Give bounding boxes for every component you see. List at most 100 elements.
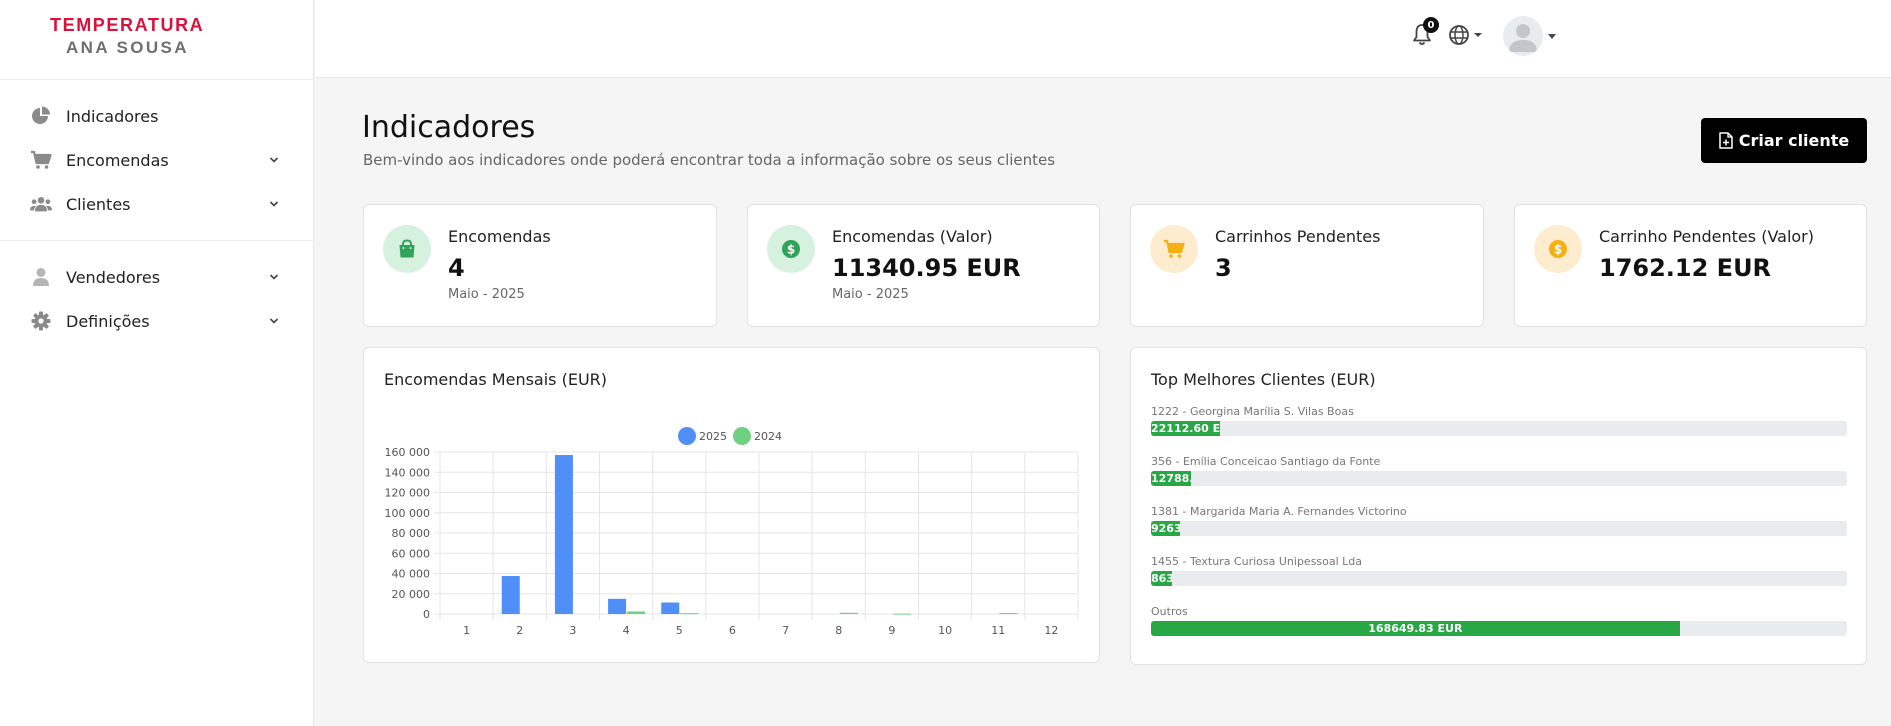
page-subtitle: Bem-vindo aos indicadores onde poderá en…	[363, 151, 1056, 169]
client-progress-track: 9263	[1151, 521, 1847, 536]
y-tick-label: 0	[423, 608, 430, 621]
bar-2024-4	[627, 611, 646, 614]
x-tick-label: 8	[835, 624, 842, 637]
kpi-value: 4	[448, 254, 465, 282]
client-progress-track: 168649.83 EUR	[1151, 621, 1847, 636]
shopping-bag-icon	[399, 239, 415, 258]
client-progress-track: 22112.60 EUR	[1151, 421, 1847, 436]
kpi-label: Carrinhos Pendentes	[1215, 227, 1381, 246]
dollar-circle-icon: $	[1549, 240, 1567, 258]
kpi-card-encomendas: Encomendas 4 Maio - 2025	[363, 204, 717, 327]
top-clients-card: Top Melhores Clientes (EUR) 1222 - Georg…	[1130, 347, 1867, 665]
bar-2024-11	[999, 613, 1018, 615]
bar-2025-3	[554, 455, 573, 614]
create-client-label: Criar cliente	[1738, 131, 1850, 150]
kpi-icon-wrap: $	[1534, 225, 1582, 273]
y-tick-label: 80 000	[392, 527, 431, 540]
client-row: Outros 168649.83 EUR	[1151, 605, 1847, 636]
brand-name-line2: ANA SOUSA	[66, 38, 189, 57]
kpi-value: 1762.12 EUR	[1599, 254, 1772, 282]
y-tick-label: 40 000	[392, 568, 431, 581]
sidebar-item-label: Clientes	[66, 194, 131, 214]
chevron-down-icon	[269, 157, 279, 163]
kpi-card-encomendas-valor: $ Encomendas (Valor) 11340.95 EUR Maio -…	[747, 204, 1100, 327]
kpi-period: Maio - 2025	[832, 287, 909, 302]
avatar[interactable]	[1503, 16, 1543, 56]
x-tick-label: 2	[516, 624, 523, 637]
y-tick-label: 100 000	[385, 507, 431, 520]
sidebar-item-definicoes[interactable]: Definições	[0, 299, 313, 343]
monthly-orders-chart-card: Encomendas Mensais (EUR) 0 20 000 40 000 60…	[363, 347, 1100, 663]
kpi-value: 3	[1215, 254, 1232, 282]
notifications-badge: 0	[1423, 17, 1439, 33]
kpi-icon-wrap	[1150, 225, 1198, 273]
nav-group-admin: Vendedores Definições	[0, 241, 313, 357]
legend-label: 2025	[699, 430, 727, 443]
y-tick-label: 160 000	[385, 446, 431, 459]
client-row: 356 - Emília Conceicao Santiago da Fonte…	[1151, 455, 1847, 486]
x-tick-label: 7	[782, 624, 789, 637]
x-tick-label: 1	[463, 624, 470, 637]
brand-name-line1: TEMPERATURA	[50, 15, 205, 35]
kpi-card-carrinhos-valor: $ Carrinho Pendentes (Valor) 1762.12 EUR	[1514, 204, 1867, 327]
client-name: 356 - Emília Conceicao Santiago da Fonte	[1151, 455, 1381, 468]
client-name: 1455 - Textura Curiosa Unipessoal Lda	[1151, 555, 1363, 568]
cart-icon	[1164, 239, 1185, 258]
legend-label: 2024	[754, 430, 782, 443]
sidebar: TEMPERATURA ANA SOUSA Indicadores Encome…	[0, 0, 314, 726]
gear-icon	[30, 310, 52, 332]
bar-2025-4	[608, 598, 627, 614]
client-name: 1222 - Georgina Marília S. Vilas Boas	[1151, 405, 1354, 418]
bar-2024-9	[892, 613, 911, 615]
sidebar-item-label: Vendedores	[66, 267, 161, 287]
x-tick-label: 12	[1044, 624, 1058, 637]
client-row: 1455 - Textura Curiosa Unipessoal Lda 863	[1151, 555, 1847, 586]
y-tick-label: 120 000	[385, 487, 431, 500]
cart-icon	[30, 149, 52, 171]
sidebar-item-label: Indicadores	[66, 106, 159, 126]
y-tick-label: 140 000	[385, 466, 431, 479]
brand-logo[interactable]: TEMPERATURA ANA SOUSA	[0, 0, 313, 80]
sidebar-item-label: Definições	[66, 311, 150, 331]
chart-pie-icon	[30, 105, 52, 127]
sidebar-item-encomendas[interactable]: Encomendas	[0, 138, 313, 182]
client-row: 1381 - Margarida Maria A. Fernandes Vict…	[1151, 505, 1847, 536]
x-tick-label: 9	[888, 624, 895, 637]
user-avatar-icon	[1509, 24, 1537, 52]
globe-icon	[1449, 25, 1469, 45]
kpi-period: Maio - 2025	[448, 287, 525, 302]
kpi-card-carrinhos: Carrinhos Pendentes 3	[1130, 204, 1484, 327]
client-row: 1222 - Georgina Marília S. Vilas Boas 221…	[1151, 405, 1847, 436]
client-progress-track: 12788.	[1151, 471, 1847, 486]
svg-text:$: $	[1554, 243, 1562, 257]
kpi-label: Carrinho Pendentes (Valor)	[1599, 227, 1814, 246]
bar-2024-5	[680, 613, 699, 615]
sidebar-item-clientes[interactable]: Clientes	[0, 182, 313, 226]
dollar-circle-icon: $	[782, 240, 800, 258]
topbar	[315, 0, 1891, 78]
kpi-value: 11340.95 EUR	[832, 254, 1021, 282]
x-tick-label: 10	[938, 624, 952, 637]
chevron-down-icon	[269, 318, 279, 324]
caret-down-icon[interactable]	[1548, 34, 1556, 39]
legend-swatch	[678, 427, 696, 445]
client-name: 1381 - Margarida Maria A. Fernandes Vict…	[1151, 505, 1407, 518]
language-selector[interactable]	[1448, 23, 1484, 47]
page-title: Indicadores	[362, 110, 536, 145]
y-tick-label: 60 000	[392, 547, 431, 560]
client-name: Outros	[1151, 605, 1188, 618]
caret-down-icon	[1474, 33, 1482, 37]
user-icon	[30, 266, 52, 288]
sidebar-item-vendedores[interactable]: Vendedores	[0, 255, 313, 299]
sidebar-item-indicadores[interactable]: Indicadores	[0, 94, 313, 138]
x-tick-label: 3	[569, 624, 576, 637]
create-client-button[interactable]: Criar cliente	[1701, 118, 1867, 163]
x-tick-label: 5	[676, 624, 683, 637]
bar-2025-2	[501, 576, 520, 614]
x-tick-label: 6	[729, 624, 736, 637]
client-progress-bar: 12788.	[1151, 471, 1192, 486]
top-clients-title: Top Melhores Clientes (EUR)	[1151, 370, 1376, 389]
chevron-down-icon	[269, 274, 279, 280]
kpi-label: Encomendas	[448, 227, 551, 246]
y-tick-label: 20 000	[392, 588, 431, 601]
